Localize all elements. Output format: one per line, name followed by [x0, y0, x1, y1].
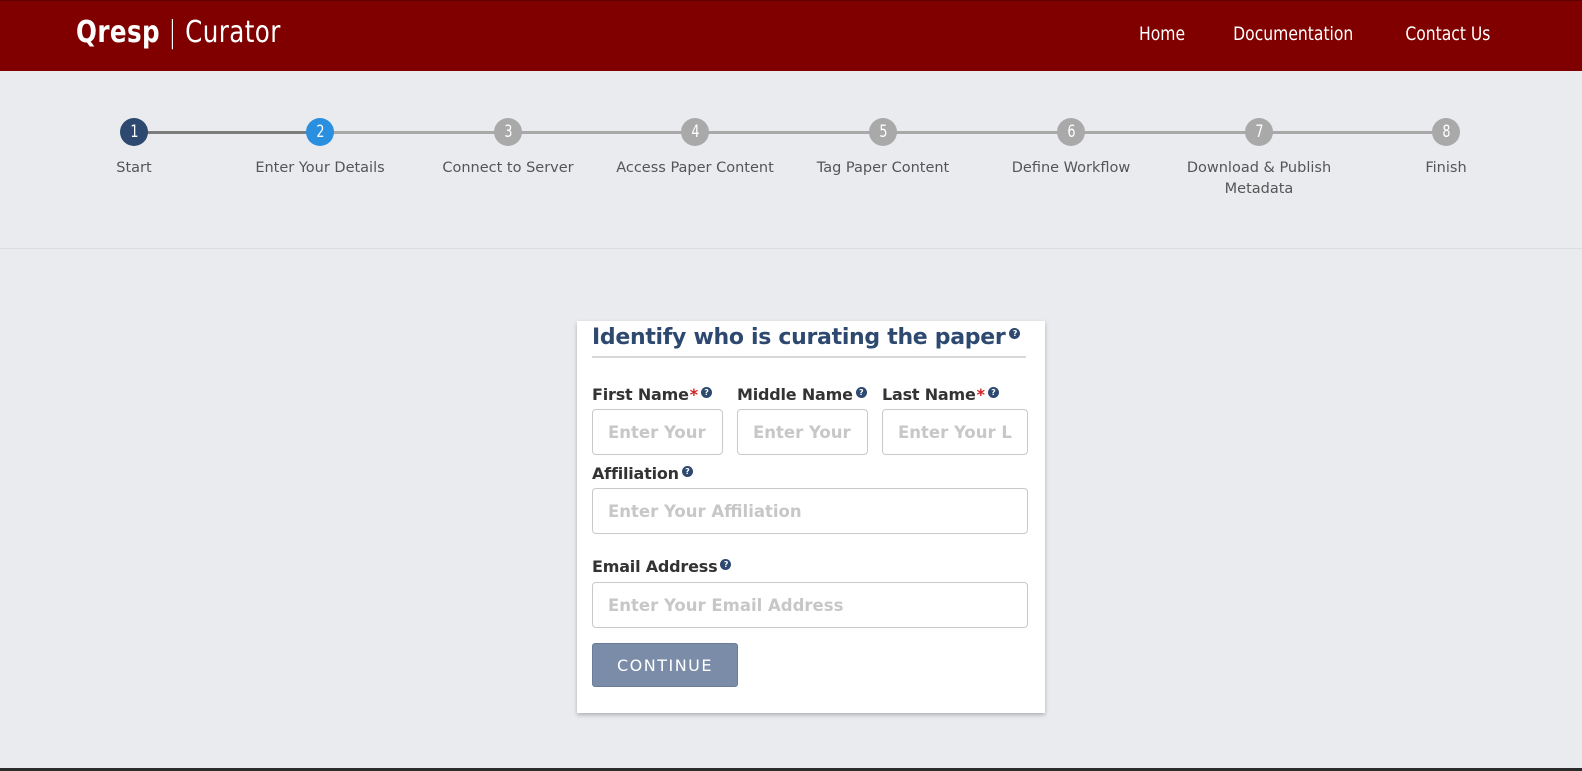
step-label: Access Paper Content — [616, 160, 774, 176]
brand-sub: Curator — [185, 15, 281, 50]
step-3-connect-to-server: 3 Connect to Server — [418, 118, 598, 179]
question-circle-icon[interactable]: ? — [700, 387, 712, 398]
step-label: Start — [116, 160, 152, 176]
title-divider — [592, 356, 1026, 358]
step-8-finish: 8 Finish — [1356, 118, 1536, 179]
question-circle-icon[interactable]: ? — [855, 387, 867, 398]
brand-logo[interactable]: Qresp | Curator — [76, 15, 281, 50]
step-label: Finish — [1425, 160, 1467, 176]
nav-links: Home Documentation Contact Us — [1134, 23, 1500, 45]
form-title: Identify who is curating the paper? — [592, 325, 1021, 350]
step-circle: 8 — [1432, 118, 1460, 146]
step-4-access-paper-content: 4 Access Paper Content — [605, 118, 785, 179]
brand-separator: | — [168, 15, 177, 50]
last-name-input[interactable] — [882, 409, 1028, 455]
step-1-start: 1 Start — [44, 118, 224, 179]
question-circle-icon[interactable]: ? — [987, 387, 999, 398]
step-circle: 4 — [681, 118, 709, 146]
top-navbar: Qresp | Curator Home Documentation Conta… — [0, 0, 1582, 71]
form-title-text: Identify who is curating the paper — [592, 325, 1006, 350]
step-circle: 1 — [120, 118, 148, 146]
middle-name-label: Middle Name? — [737, 385, 867, 404]
step-circle: 3 — [494, 118, 522, 146]
question-circle-icon[interactable]: ? — [1009, 328, 1021, 339]
affiliation-input[interactable] — [592, 488, 1028, 534]
step-5-tag-paper-content: 5 Tag Paper Content — [793, 118, 973, 179]
continue-button[interactable]: CONTINUE — [592, 643, 738, 687]
step-6-define-workflow: 6 Define Workflow — [981, 118, 1161, 179]
step-label: Tag Paper Content — [816, 160, 950, 176]
question-circle-icon[interactable]: ? — [681, 466, 693, 477]
last-name-label: Last Name*? — [882, 385, 999, 404]
progress-stepper: 1 Start 2 Enter Your Details 3 Connect t… — [0, 71, 1582, 249]
email-label: Email Address? — [592, 557, 732, 576]
step-label: Define Workflow — [1011, 160, 1131, 176]
email-input[interactable] — [592, 582, 1028, 628]
step-label: Download & Publish Metadata — [1186, 160, 1332, 197]
required-asterisk: * — [976, 385, 985, 404]
affiliation-label: Affiliation? — [592, 464, 693, 483]
step-label: Enter Your Details — [255, 160, 385, 176]
step-circle: 5 — [869, 118, 897, 146]
question-circle-icon[interactable]: ? — [720, 559, 732, 570]
nav-link-home[interactable]: Home — [1139, 23, 1185, 45]
nav-link-documentation[interactable]: Documentation — [1233, 23, 1353, 45]
nav-link-contact-us[interactable]: Contact Us — [1406, 23, 1491, 45]
first-name-label: First Name*? — [592, 385, 712, 404]
middle-name-input[interactable] — [737, 409, 868, 455]
curator-details-card: Identify who is curating the paper? Firs… — [577, 321, 1045, 713]
step-7-download-publish-metadata: 7 Download & Publish Metadata — [1169, 118, 1349, 200]
step-label: Connect to Server — [442, 160, 574, 176]
step-circle: 6 — [1057, 118, 1085, 146]
first-name-input[interactable] — [592, 409, 723, 455]
step-circle: 7 — [1245, 118, 1273, 146]
step-circle: 2 — [306, 118, 334, 146]
brand-main: Qresp — [76, 15, 161, 50]
step-2-enter-your-details: 2 Enter Your Details — [230, 118, 410, 179]
required-asterisk: * — [689, 385, 698, 404]
